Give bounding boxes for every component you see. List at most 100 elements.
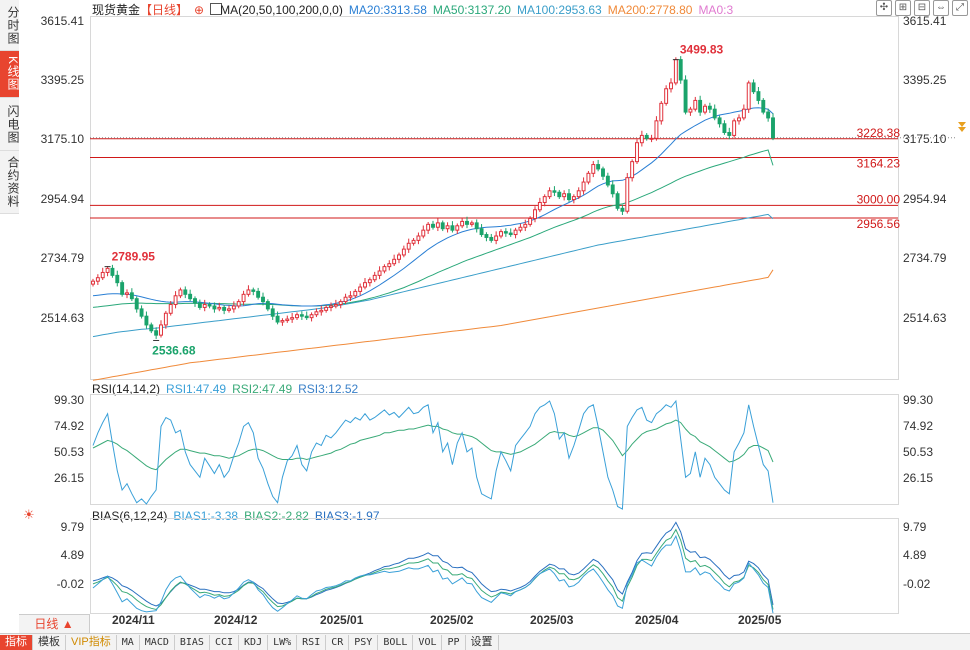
candle-down <box>261 296 265 303</box>
candle-down <box>751 82 756 93</box>
candle-down <box>489 236 494 241</box>
candle-up <box>528 218 533 225</box>
hline-label: 3164.23 <box>857 157 901 171</box>
candle-down <box>129 292 134 300</box>
candle-down <box>193 298 197 304</box>
hline-label: 2956.56 <box>857 217 901 231</box>
indicator-ma[interactable]: MA <box>117 634 140 650</box>
last-price-marker-icon <box>958 122 966 127</box>
template-tab[interactable]: 模板 <box>33 634 66 650</box>
candle-down <box>605 175 610 186</box>
moving-averages <box>92 107 774 381</box>
bias-tick-label: 4.89 <box>61 548 85 562</box>
horizontal-lines: 3228.38 3164.23 3000.00 2956.56 <box>90 126 955 231</box>
candle-down <box>450 225 455 231</box>
indicator-bias[interactable]: BIAS <box>175 634 210 650</box>
candle-up <box>246 289 251 295</box>
candle-up <box>586 172 591 183</box>
candlesticks <box>91 56 775 339</box>
candle-up <box>324 306 329 311</box>
candle-up <box>363 282 367 288</box>
candle-up <box>406 242 411 250</box>
candle-up <box>581 181 586 192</box>
candle-up <box>630 161 635 179</box>
x-tick-label: 2025/05 <box>738 613 782 627</box>
candle-up <box>333 304 338 307</box>
price-tick-label: 3395.25 <box>41 73 85 87</box>
settings-tab[interactable]: 设置 <box>466 634 499 650</box>
candle-up <box>537 201 542 211</box>
period-selector[interactable]: 日线 ▲ <box>19 614 90 633</box>
candle-up <box>91 280 95 285</box>
candle-down <box>479 228 484 236</box>
indicator-tab[interactable]: 指标 <box>0 634 33 650</box>
candle-down <box>722 123 727 133</box>
candle-up <box>523 223 528 228</box>
candle-down <box>256 290 261 298</box>
candle-up <box>639 134 644 144</box>
bias2-line <box>92 528 774 611</box>
indicator-kdj[interactable]: KDJ <box>239 634 269 650</box>
candle-down <box>620 207 625 212</box>
rsi-tick-label-right: 99.30 <box>903 393 933 407</box>
candle-down <box>474 222 479 230</box>
candle-up <box>285 318 290 322</box>
candle-down <box>188 293 193 300</box>
hline-label: 3228.38 <box>857 126 901 140</box>
candle-up <box>669 82 673 90</box>
candle-down <box>222 306 227 311</box>
indicator-lw[interactable]: LW% <box>268 634 298 650</box>
price-tick-label-right: 2734.79 <box>903 251 947 265</box>
last-price-marker-icon <box>958 127 966 132</box>
candle-down <box>567 193 571 201</box>
candle-up <box>499 231 503 237</box>
indicator-boll[interactable]: BOLL <box>378 634 414 650</box>
candle-up <box>295 314 299 319</box>
time-axis: 2024/11 2024/12 2025/01 2025/02 2025/03 … <box>112 613 782 627</box>
indicator-psy[interactable]: PSY <box>349 634 379 650</box>
candle-up <box>435 222 440 228</box>
candle-up <box>542 196 547 203</box>
candle-up <box>100 271 105 279</box>
rsi-tick-label-right: 50.53 <box>903 445 933 459</box>
vip-indicator-tab[interactable]: VIP指标 <box>66 634 117 650</box>
candle-up <box>236 301 241 307</box>
indicator-cci[interactable]: CCI <box>210 634 240 650</box>
candle-up <box>426 223 431 231</box>
rsi-panel-frame <box>90 394 899 505</box>
x-tick-label: 2025/02 <box>430 613 474 627</box>
candle-down <box>251 289 256 292</box>
x-tick-label: 2025/03 <box>530 613 574 627</box>
candle-up <box>591 164 596 174</box>
candle-down <box>484 234 489 238</box>
indicator-vol[interactable]: VOL <box>413 634 443 650</box>
rsi-axis: 99.30 74.92 50.53 26.15 99.30 74.92 50.5… <box>54 393 933 485</box>
candle-up <box>635 142 639 163</box>
candle-up <box>741 108 746 119</box>
candle-up <box>173 295 178 306</box>
candle-down <box>601 168 605 177</box>
candle-up <box>227 308 231 311</box>
candle-up <box>241 293 246 303</box>
candle-up <box>455 225 460 231</box>
candle-up <box>533 209 537 220</box>
candle-up <box>664 88 669 104</box>
candle-up <box>494 235 499 241</box>
indicator-rsi[interactable]: RSI <box>297 634 327 650</box>
bias-tick-label: -0.02 <box>57 577 85 591</box>
x-tick-label: 2025/01 <box>320 613 364 627</box>
price-tick-label: 2734.79 <box>41 251 85 265</box>
indicator-pp[interactable]: PP <box>442 634 466 650</box>
indicator-cr[interactable]: CR <box>326 634 350 650</box>
candle-up <box>401 248 406 256</box>
candle-up <box>445 225 450 230</box>
candle-down <box>771 117 775 139</box>
candle-down <box>120 282 125 295</box>
chart-canvas[interactable]: 3615.41 3395.25 3175.10 2954.94 2734.79 … <box>0 0 970 649</box>
candle-up <box>562 193 567 198</box>
candle-up <box>421 229 426 237</box>
price-tick-label: 2514.63 <box>41 311 85 325</box>
candle-up <box>387 263 392 268</box>
extreme-label: 2789.95 <box>112 250 156 264</box>
indicator-macd[interactable]: MACD <box>140 634 175 650</box>
